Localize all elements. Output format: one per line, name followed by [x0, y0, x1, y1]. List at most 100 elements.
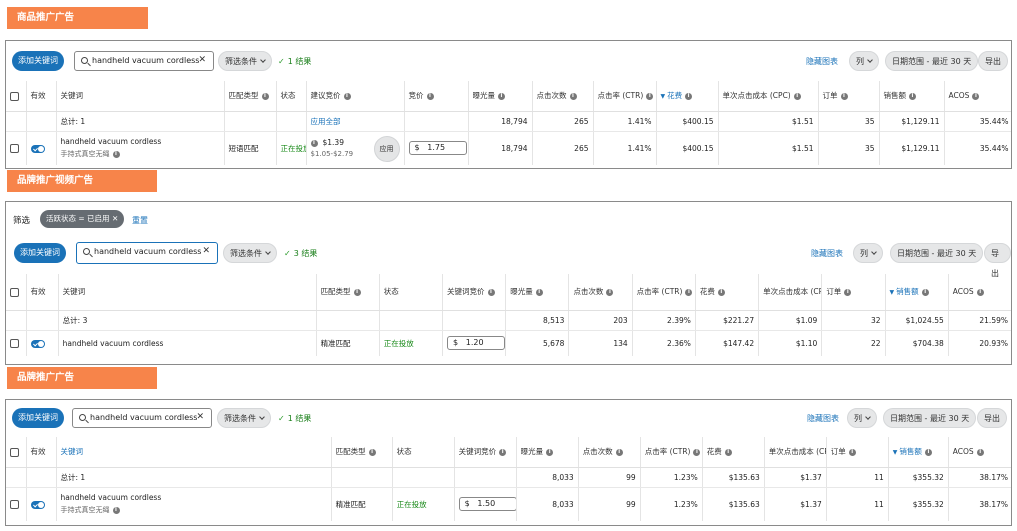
filter-dropdown[interactable]: 筛选条件 [218, 51, 272, 71]
col-cpc[interactable]: 单次点击成本 (CPC) i [718, 81, 819, 112]
col-acos[interactable]: ACOS i [948, 274, 1011, 311]
info-icon[interactable]: i [606, 288, 614, 296]
info-icon[interactable]: i [840, 92, 848, 100]
active-filter-chip[interactable]: 活跃状态 = 已启用 ✕ [40, 210, 125, 228]
col-keyword[interactable]: 关键词 [58, 274, 317, 311]
search-input[interactable]: handheld vacuum cordless ✕ [72, 408, 212, 428]
export-button[interactable]: 导出 [978, 51, 1008, 71]
info-icon[interactable]: i [693, 448, 701, 456]
bid-input[interactable]: $ 1.75 [408, 141, 467, 156]
info-icon[interactable]: i [924, 448, 932, 456]
col-match-type[interactable]: 匹配类型 i [224, 81, 277, 112]
date-range-button[interactable]: 日期范围 - 最近 30 天 [883, 408, 977, 428]
toggle-icon[interactable] [30, 144, 45, 153]
info-icon[interactable]: i [368, 448, 376, 456]
info-icon[interactable]: i [976, 288, 984, 296]
chip-close-icon[interactable]: ✕ [112, 214, 118, 223]
info-icon[interactable]: i [976, 448, 984, 456]
clear-icon[interactable]: ✕ [202, 246, 210, 256]
col-acos[interactable]: ACOS i [944, 81, 1011, 112]
col-spend[interactable]: ▼ 花费 i [656, 81, 719, 112]
info-icon[interactable]: i [310, 139, 318, 147]
col-ctr[interactable]: 点击率 (CTR) i [593, 81, 657, 112]
info-icon[interactable]: i [685, 92, 693, 100]
col-bid[interactable]: 竞价 i [404, 81, 469, 112]
columns-button[interactable]: 列 [853, 243, 883, 263]
col-bid[interactable]: 关键词竞价 i [442, 274, 507, 311]
select-all-checkbox[interactable] [10, 447, 19, 457]
info-icon[interactable]: i [724, 448, 732, 456]
info-icon[interactable]: i [535, 288, 543, 296]
hide-chart-link[interactable]: 隐藏图表 [807, 413, 839, 424]
apply-all-link[interactable]: 应用全部 [306, 111, 405, 132]
info-icon[interactable]: i [546, 448, 554, 456]
info-icon[interactable]: i [343, 92, 351, 100]
col-clicks[interactable]: 点击次数 i [532, 81, 594, 112]
col-keyword[interactable]: 关键词 [56, 81, 225, 112]
clear-icon[interactable]: ✕ [196, 412, 204, 422]
export-button[interactable]: 导出 [977, 408, 1007, 428]
col-bid[interactable]: 关键词竞价 i [454, 437, 517, 468]
columns-button[interactable]: 列 [849, 51, 879, 71]
filter-dropdown[interactable]: 筛选条件 [217, 408, 271, 428]
col-ctr[interactable]: 点击率 (CTR) i [640, 437, 703, 468]
date-range-button[interactable]: 日期范围 - 最近 30 天 [885, 51, 979, 71]
info-icon[interactable]: i [487, 288, 495, 296]
filter-dropdown[interactable]: 筛选条件 [223, 243, 277, 263]
col-status[interactable]: 状态 [276, 81, 307, 112]
col-orders[interactable]: 订单 i [818, 81, 880, 112]
info-icon[interactable]: i [112, 506, 120, 514]
info-icon[interactable]: i [353, 288, 361, 296]
select-all-checkbox[interactable] [10, 287, 19, 297]
info-icon[interactable]: i [921, 288, 929, 296]
columns-button[interactable]: 列 [847, 408, 877, 428]
info-icon[interactable]: i [909, 92, 916, 100]
add-keyword-button[interactable]: 添加关键词 [12, 408, 64, 428]
col-clicks[interactable]: 点击次数 i [568, 274, 633, 311]
select-all-checkbox[interactable] [10, 91, 19, 101]
col-impressions[interactable]: 曝光量 i [505, 274, 570, 311]
info-icon[interactable]: i [972, 92, 980, 100]
export-button[interactable]: 导出 [984, 243, 1011, 278]
info-icon[interactable]: i [646, 92, 654, 100]
col-cpc[interactable]: 单次点击成本 (CPC [764, 437, 827, 468]
info-icon[interactable]: i [569, 92, 577, 100]
info-icon[interactable]: i [685, 288, 693, 296]
add-keyword-button[interactable]: 添加关键词 [12, 51, 64, 71]
col-spend[interactable]: 花费 i [695, 274, 760, 311]
info-icon[interactable]: i [498, 92, 505, 100]
hide-chart-link[interactable]: 隐藏图表 [806, 56, 838, 67]
col-clicks[interactable]: 点击次数 i [578, 437, 641, 468]
hide-chart-link[interactable]: 隐藏图表 [811, 248, 843, 259]
col-sales[interactable]: 销售额 i [879, 81, 945, 112]
col-status[interactable]: 状态 [379, 274, 444, 311]
bid-input[interactable]: $ 1.20 [447, 336, 505, 351]
info-icon[interactable]: i [844, 288, 852, 296]
search-input[interactable]: handheld vacuum cordless ✕ [76, 242, 218, 264]
info-icon[interactable]: i [717, 288, 725, 296]
col-match-type[interactable]: 匹配类型 i [316, 274, 380, 311]
col-impressions[interactable]: 曝光量 i [468, 81, 533, 112]
col-spend[interactable]: 花费 i [702, 437, 765, 468]
info-icon[interactable]: i [261, 92, 269, 100]
toggle-icon[interactable] [30, 339, 45, 348]
date-range-button[interactable]: 日期范围 - 最近 30 天 [890, 243, 984, 263]
row-checkbox[interactable] [10, 500, 19, 509]
info-icon[interactable]: i [793, 92, 801, 100]
col-ctr[interactable]: 点击率 (CTR) i [632, 274, 696, 311]
add-keyword-button[interactable]: 添加关键词 [14, 243, 66, 263]
info-icon[interactable]: i [426, 92, 434, 100]
col-sales[interactable]: ▼ 销售额 i [885, 274, 949, 311]
col-orders[interactable]: 订单 i [821, 274, 886, 311]
row-checkbox[interactable] [10, 339, 19, 348]
clear-icon[interactable]: ✕ [198, 55, 206, 65]
reset-filters-link[interactable]: 重置 [132, 215, 148, 226]
col-status[interactable]: 状态 [392, 437, 455, 468]
col-suggested-bid[interactable]: 建议竞价 i [306, 81, 405, 112]
col-match-type[interactable]: 匹配类型 i [331, 437, 393, 468]
col-cpc[interactable]: 单次点击成本 (CPC [758, 274, 823, 311]
info-icon[interactable]: i [499, 448, 507, 456]
info-icon[interactable]: i [615, 448, 623, 456]
col-acos[interactable]: ACOS i [948, 437, 1011, 468]
bid-input[interactable]: $ 1.50 [458, 497, 516, 512]
